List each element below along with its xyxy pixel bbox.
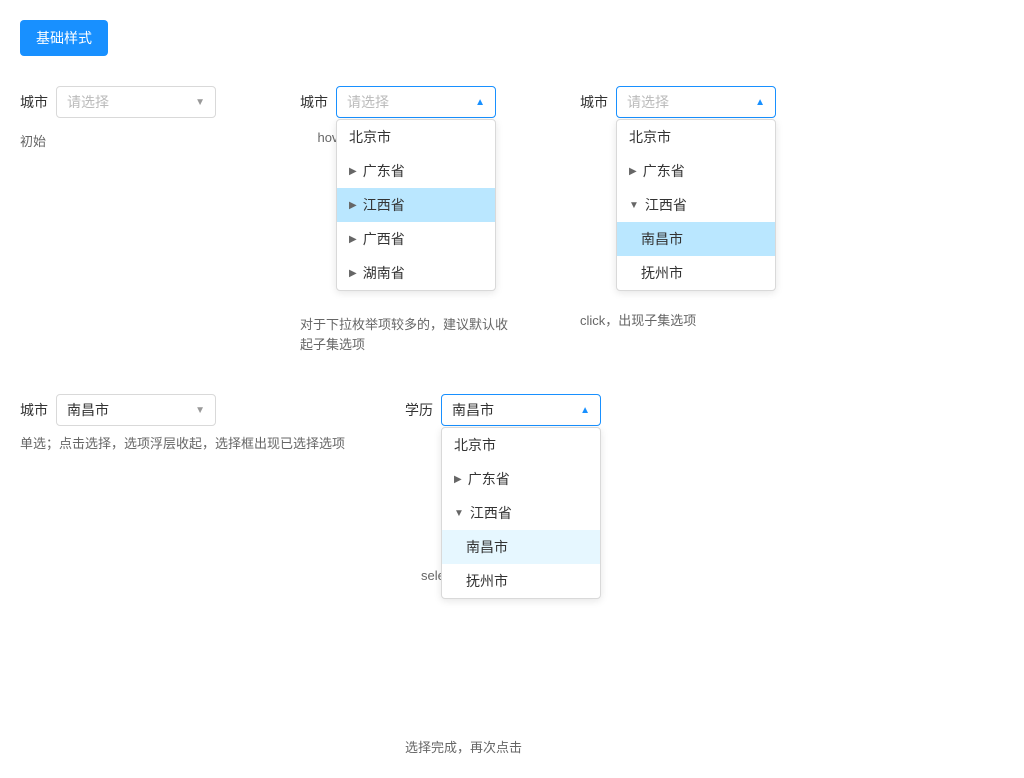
- dropdown-click-beijing[interactable]: 北京市: [617, 120, 775, 154]
- select-hover-placeholder: 请选择: [347, 92, 389, 112]
- arrow-up-icon-hover: ▲: [475, 97, 485, 108]
- arrow-up-icon-click: ▲: [755, 97, 765, 108]
- select-selected[interactable]: 南昌市 ▼: [56, 394, 216, 426]
- dropdown-item-guangdong[interactable]: ▶ 广东省: [337, 154, 495, 188]
- arrow-down-icon-selected: ▼: [195, 405, 205, 416]
- field-row-click: 城市 请选择 ▲ 北京市 ▶ 广东省 ▼ 江西省 南昌市 抚州市: [580, 86, 776, 118]
- dropdown-item-jiangxi-hover[interactable]: ▶ 江西省: [337, 188, 495, 222]
- dropdown-click-fuzhou[interactable]: 抚州市: [617, 256, 775, 290]
- edu-label: 学历: [405, 400, 433, 420]
- city-label-hover: 城市: [300, 92, 328, 112]
- city-label-initial: 城市: [20, 92, 48, 112]
- field-row-select-state: 学历 南昌市 ▲ 北京市 ▶ 广东省 ▼ 江西省 南昌市 抚州市: [405, 394, 601, 426]
- dropdown-item-guangxi[interactable]: ▶ 广西省: [337, 222, 495, 256]
- dropdown-click-nanchang[interactable]: 南昌市: [617, 222, 775, 256]
- demo-selected: 城市 南昌市 ▼ 单选；点击选择，选项浮层收起，选择框出现已选择选项: [20, 394, 345, 454]
- city-label-click: 城市: [580, 92, 608, 112]
- field-row-selected: 城市 南昌市 ▼: [20, 394, 345, 426]
- dropdown-select-fuzhou[interactable]: 抚州市: [442, 564, 600, 598]
- select-hover[interactable]: 请选择 ▲: [336, 86, 496, 118]
- dropdown-click-guangdong[interactable]: ▶ 广东省: [617, 154, 775, 188]
- arrow-down-icon-initial: ▼: [195, 97, 205, 108]
- demo-initial: 城市 请选择 ▼ 初始: [20, 86, 240, 152]
- tri-down-click-jx: ▼: [629, 200, 639, 211]
- desc-selected: 单选；点击选择，选项浮层收起，选择框出现已选择选项: [20, 436, 345, 451]
- tri-right-hunan: ▶: [349, 268, 357, 279]
- arrow-up-icon-select: ▲: [580, 405, 590, 416]
- select-initial-placeholder: 请选择: [67, 92, 109, 112]
- field-row-initial: 城市 请选择 ▼: [20, 86, 216, 118]
- dropdown-container-select: 南昌市 ▲ 北京市 ▶ 广东省 ▼ 江西省 南昌市 抚州市: [441, 394, 601, 426]
- desc-click: click，出现子集选项: [580, 311, 696, 331]
- dropdown-select-nanchang[interactable]: 南昌市: [442, 530, 600, 564]
- demo-hover: 城市 请选择 ▲ 北京市 ▶ 广东省 ▶ 江西省 ▶ 广西省: [300, 86, 520, 354]
- tri-right-jiangxi: ▶: [349, 200, 357, 211]
- selected-value-display: 南昌市: [67, 400, 109, 420]
- tri-down-select-jx: ▼: [454, 508, 464, 519]
- demo-select-state: 学历 南昌市 ▲ 北京市 ▶ 广东省 ▼ 江西省 南昌市 抚州市: [405, 394, 601, 758]
- dropdown-menu-click: 北京市 ▶ 广东省 ▼ 江西省 南昌市 抚州市: [616, 119, 776, 291]
- tri-right-select-gd: ▶: [454, 474, 462, 485]
- dropdown-container-click: 请选择 ▲ 北京市 ▶ 广东省 ▼ 江西省 南昌市 抚州市: [616, 86, 776, 118]
- tri-right-click-gd: ▶: [629, 166, 637, 177]
- tri-right-guangdong: ▶: [349, 166, 357, 177]
- select-state-box[interactable]: 南昌市 ▲: [441, 394, 601, 426]
- select-initial[interactable]: 请选择 ▼: [56, 86, 216, 118]
- basic-style-button[interactable]: 基础样式: [20, 20, 108, 56]
- dropdown-item-beijing[interactable]: 北京市: [337, 120, 495, 154]
- select-state-value: 南昌市: [452, 400, 494, 420]
- dropdown-click-jiangxi[interactable]: ▼ 江西省: [617, 188, 775, 222]
- dropdown-menu-select: 北京市 ▶ 广东省 ▼ 江西省 南昌市 抚州市: [441, 427, 601, 599]
- dropdown-menu-hover: 北京市 ▶ 广东省 ▶ 江西省 ▶ 广西省 ▶ 湖南省: [336, 119, 496, 291]
- desc-select-state: 选择完成，再次点击: [405, 738, 522, 758]
- city-label-selected: 城市: [20, 400, 48, 420]
- demo-click: 城市 请选择 ▲ 北京市 ▶ 广东省 ▼ 江西省 南昌市 抚州市: [580, 86, 776, 331]
- bottom-section-row: 城市 南昌市 ▼ 单选；点击选择，选项浮层收起，选择框出现已选择选项 学历 南昌…: [20, 394, 1004, 758]
- desc-initial: 初始: [20, 132, 46, 152]
- tri-right-guangxi: ▶: [349, 234, 357, 245]
- select-click[interactable]: 请选择 ▲: [616, 86, 776, 118]
- select-click-placeholder: 请选择: [627, 92, 669, 112]
- dropdown-container-hover: 请选择 ▲ 北京市 ▶ 广东省 ▶ 江西省 ▶ 广西省 ▶ 湖南省: [336, 86, 496, 118]
- dropdown-select-guangdong[interactable]: ▶ 广东省: [442, 462, 600, 496]
- desc-hover: 对于下拉枚举项较多的，建议默认收起子集选项: [300, 315, 520, 354]
- dropdown-item-hunan[interactable]: ▶ 湖南省: [337, 256, 495, 290]
- dropdown-select-jiangxi[interactable]: ▼ 江西省: [442, 496, 600, 530]
- dropdown-select-beijing[interactable]: 北京市: [442, 428, 600, 462]
- field-row-hover: 城市 请选择 ▲ 北京市 ▶ 广东省 ▶ 江西省 ▶ 广西省: [300, 86, 496, 118]
- top-section-row: 城市 请选择 ▼ 初始 城市 请选择 ▲ 北京市 ▶ 广东省: [20, 86, 1004, 354]
